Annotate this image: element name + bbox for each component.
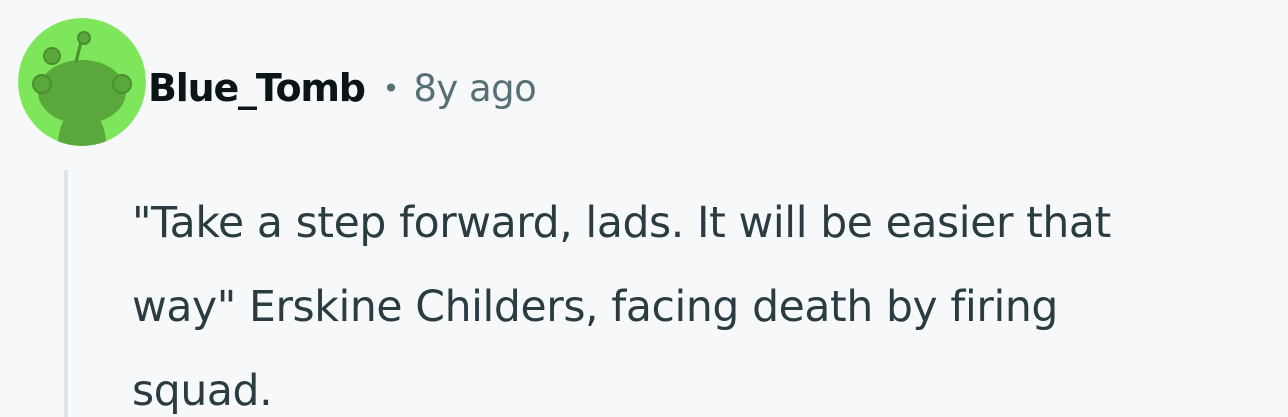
thread-line[interactable] — [64, 170, 68, 417]
comment-meta: Blue_Tomb • 8y ago — [148, 58, 537, 118]
comment-body: "Take a step forward, lads. It will be e… — [132, 199, 1111, 416]
comment: Blue_Tomb • 8y ago "Take a step forward,… — [0, 0, 1288, 417]
comment-timestamp[interactable]: 8y ago — [413, 67, 537, 110]
meta-separator: • — [382, 71, 400, 105]
author-username[interactable]: Blue_Tomb — [148, 66, 366, 110]
snoo-avatar-icon[interactable] — [18, 18, 146, 146]
